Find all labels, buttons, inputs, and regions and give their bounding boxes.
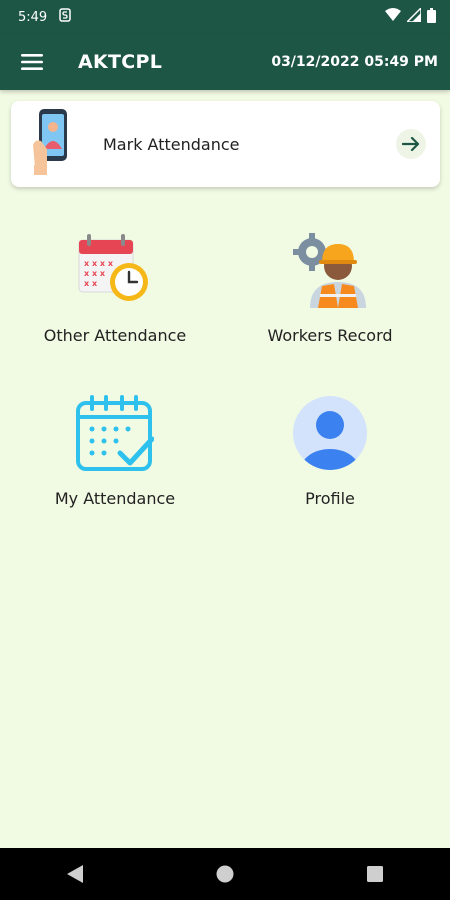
svg-text:x x x: x x x [84,269,106,278]
home-icon [216,865,234,883]
tile-other-attendance-label: Other Attendance [43,326,187,345]
tile-other-attendance[interactable]: x x x x x x x x x Other Attendance [10,230,220,370]
nav-recents-button[interactable] [355,854,395,894]
system-nav-bar [0,848,450,900]
calendar-check-icon [75,393,155,473]
back-icon [67,865,83,883]
status-time: 5:49 [18,9,48,25]
battery-icon [427,7,436,27]
tile-my-attendance[interactable]: My Attendance [10,393,220,533]
arrow-right-icon [402,136,420,152]
app-bar: AKTCPL 03/12/2022 05:49 PM [0,34,450,90]
mark-attendance-label: Mark Attendance [103,134,240,154]
svg-text:x x: x x [84,279,98,288]
nav-home-button[interactable] [205,854,245,894]
tile-my-attendance-label: My Attendance [54,489,176,508]
calendar-clock-icon: x x x x x x x x x [75,230,155,310]
recents-icon [367,866,383,882]
mark-attendance-arrow-button[interactable] [396,129,426,159]
mark-attendance-card[interactable]: Mark Attendance [11,101,440,187]
svg-text:x x x x: x x x x [84,259,114,268]
phone-user-icon [33,109,77,179]
app-datetime: 03/12/2022 05:49 PM [271,54,438,70]
menu-button[interactable] [18,48,46,76]
signal-icon [405,6,422,26]
tile-workers-record[interactable]: Workers Record [225,230,435,370]
hamburger-icon [21,54,43,70]
notification-s-icon [59,8,71,26]
nav-back-button[interactable] [55,854,95,894]
app-title: AKTCPL [78,51,163,73]
worker-gear-icon [290,230,370,310]
wifi-icon [385,8,401,26]
status-bar: 5:49 [0,0,450,34]
tile-workers-record-label: Workers Record [267,326,393,345]
tile-profile[interactable]: Profile [225,393,435,533]
tile-profile-label: Profile [305,489,355,508]
profile-avatar-icon [290,393,370,473]
